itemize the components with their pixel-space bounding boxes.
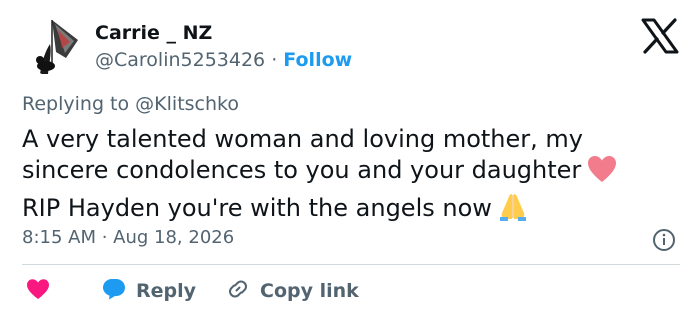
- author-meta: @Carolin5253426 · Follow: [95, 49, 352, 71]
- reply-context: Replying to @Klitschko: [22, 93, 239, 115]
- copy-link-label: Copy link: [260, 280, 359, 302]
- reply-label: Reply: [136, 280, 197, 302]
- reply-prefix: Replying to: [22, 93, 130, 115]
- tweet-text: A very talented woman and loving mother,…: [22, 124, 682, 229]
- x-logo-icon[interactable]: [640, 18, 680, 54]
- tweet-line: sincere condolences to you and your daug…: [22, 155, 682, 191]
- follow-button[interactable]: Follow: [283, 49, 352, 71]
- info-icon[interactable]: [652, 228, 676, 252]
- reply-mention[interactable]: @Klitschko: [135, 93, 239, 115]
- copy-link-button[interactable]: Copy link: [226, 277, 359, 305]
- divider: [22, 264, 680, 265]
- tweet-actions: Reply Copy link: [22, 276, 359, 306]
- tweet-line: A very talented woman and loving mother,…: [22, 125, 583, 153]
- author-name[interactable]: Carrie _ NZ: [95, 22, 212, 44]
- folded-hands-emoji-icon: [498, 191, 528, 229]
- tweet-line: RIP Hayden you're with the angels now: [22, 191, 682, 229]
- link-icon: [226, 277, 250, 305]
- reply-bubble-icon: [102, 278, 126, 304]
- like-button[interactable]: [26, 278, 50, 304]
- avatar[interactable]: [22, 14, 84, 76]
- heart-icon: [26, 278, 50, 304]
- heart-emoji-icon: [587, 155, 617, 191]
- author-handle[interactable]: @Carolin5253426: [95, 49, 265, 71]
- separator-dot: ·: [271, 49, 278, 71]
- tweet-timestamp[interactable]: 8:15 AM · Aug 18, 2026: [22, 227, 234, 248]
- reply-button[interactable]: Reply: [102, 278, 196, 304]
